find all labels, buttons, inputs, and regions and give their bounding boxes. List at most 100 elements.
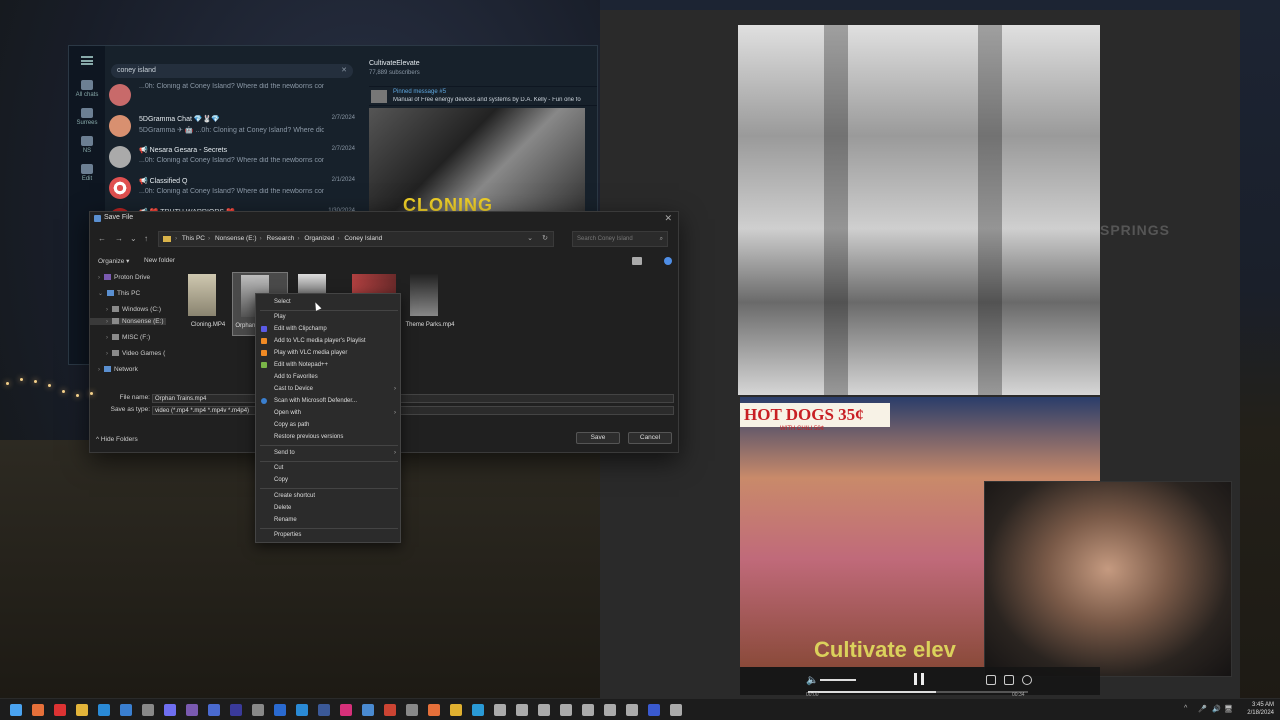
- app-taskbar-icon[interactable]: [670, 704, 682, 716]
- chat-item[interactable]: 5DGramma Chat 💎🐰💎 5DGramma ✈ 🤖 ...0h: Cl…: [107, 111, 357, 142]
- steam-taskbar-icon[interactable]: [252, 704, 264, 716]
- up-icon[interactable]: ↑: [144, 234, 148, 243]
- firefox-taskbar-icon[interactable]: [32, 704, 44, 716]
- explorer-taskbar-icon[interactable]: [76, 704, 88, 716]
- back-icon[interactable]: ←: [98, 234, 106, 243]
- menu-item-play[interactable]: Play: [256, 311, 402, 323]
- app-taskbar-icon[interactable]: [494, 704, 506, 716]
- breadcrumb-item[interactable]: Organized: [304, 235, 334, 242]
- menu-item-create-shortcut[interactable]: Create shortcut: [256, 490, 402, 502]
- pip-icon[interactable]: [1004, 675, 1014, 685]
- help-icon[interactable]: [664, 257, 672, 265]
- tree-item-misc-f[interactable]: › MISC (F:): [106, 334, 150, 341]
- settings-taskbar-icon[interactable]: [142, 704, 154, 716]
- seek-bar[interactable]: [808, 691, 1028, 693]
- refresh-icon[interactable]: ↻: [542, 234, 548, 242]
- tray-chevron-icon[interactable]: ^: [1184, 705, 1187, 712]
- tree-item-video-games[interactable]: › Video Games (: [106, 350, 165, 357]
- app-taskbar-icon[interactable]: [472, 704, 484, 716]
- volume-icon[interactable]: 🔊: [1212, 705, 1221, 713]
- view-options-icon[interactable]: [632, 257, 642, 265]
- instagram-taskbar-icon[interactable]: [340, 704, 352, 716]
- menu-item-edit-clipchamp[interactable]: Edit with Clipchamp: [256, 323, 402, 335]
- menu-item-select[interactable]: Select: [256, 296, 402, 308]
- folder-search-input[interactable]: Search Coney Island ⌕: [572, 231, 668, 247]
- app-taskbar-icon[interactable]: [186, 704, 198, 716]
- address-bar[interactable]: › This PC › Nonsense (E:) › Research › Orga…: [158, 231, 554, 247]
- menu-item-vlc-playlist[interactable]: Add to VLC media player's Playlist: [256, 335, 402, 347]
- new-folder-button[interactable]: New folder: [144, 257, 175, 264]
- folder-edit[interactable]: Edit: [69, 159, 105, 187]
- fullscreen-icon[interactable]: [986, 675, 996, 685]
- edge-taskbar-icon[interactable]: [98, 704, 110, 716]
- app-taskbar-icon[interactable]: [362, 704, 374, 716]
- app-taskbar-icon[interactable]: [626, 704, 638, 716]
- chat-search-input[interactable]: coney island ✕: [111, 64, 353, 78]
- cancel-button[interactable]: Cancel: [628, 432, 672, 444]
- store-taskbar-icon[interactable]: [120, 704, 132, 716]
- app-taskbar-icon[interactable]: [230, 704, 242, 716]
- microphone-icon[interactable]: 🎤: [1198, 705, 1207, 713]
- organize-button[interactable]: Organize ▾: [98, 257, 129, 265]
- forward-icon[interactable]: →: [115, 234, 123, 243]
- hamburger-menu-icon[interactable]: [81, 56, 93, 65]
- clear-search-icon[interactable]: ✕: [341, 64, 347, 78]
- breadcrumb-item[interactable]: Coney Island: [344, 235, 382, 242]
- tree-item-network[interactable]: › Network: [98, 366, 138, 373]
- tree-item-this-pc[interactable]: ⌄ This PC: [98, 290, 140, 297]
- chevron-down-icon[interactable]: ⌄: [130, 234, 137, 243]
- app-taskbar-icon[interactable]: [428, 704, 440, 716]
- menu-item-vlc-play[interactable]: Play with VLC media player: [256, 347, 402, 359]
- folder-all-chats[interactable]: All chats: [69, 75, 105, 103]
- menu-item-add-favorites[interactable]: Add to Favorites: [256, 371, 402, 383]
- menu-item-rename[interactable]: Rename: [256, 514, 402, 526]
- menu-item-copy-path[interactable]: Copy as path: [256, 419, 402, 431]
- app-taskbar-icon[interactable]: [406, 704, 418, 716]
- save-type-select[interactable]: video (*.mp4 *.mp4 *.mp4v *.m4p4): [152, 406, 674, 415]
- save-button[interactable]: Save: [576, 432, 620, 444]
- breadcrumb-item[interactable]: Nonsense (E:): [215, 235, 257, 242]
- chat-item[interactable]: 📢 Classified Q ...0h: Cloning at Coney I…: [107, 173, 357, 204]
- app-taskbar-icon[interactable]: [516, 704, 528, 716]
- facebook-taskbar-icon[interactable]: [318, 704, 330, 716]
- menu-item-copy[interactable]: Copy: [256, 474, 402, 486]
- app-taskbar-icon[interactable]: [648, 704, 660, 716]
- menu-item-open-with[interactable]: Open with ›: [256, 407, 402, 419]
- menu-item-send-to[interactable]: Send to ›: [256, 447, 402, 459]
- breadcrumb-item[interactable]: This PC: [182, 235, 205, 242]
- app-taskbar-icon[interactable]: [538, 704, 550, 716]
- folder-ns[interactable]: NS: [69, 131, 105, 159]
- chat-item[interactable]: ...0h: Cloning at Coney Island? Where di…: [107, 80, 357, 111]
- display-icon[interactable]: 🖥: [1224, 705, 1233, 713]
- volume-icon[interactable]: 🔈: [806, 675, 818, 686]
- app-taskbar-icon[interactable]: [384, 704, 396, 716]
- menu-item-notepad[interactable]: Edit with Notepad++: [256, 359, 402, 371]
- chevron-down-icon[interactable]: ⌄: [527, 234, 533, 242]
- menu-item-delete[interactable]: Delete: [256, 502, 402, 514]
- tree-item-windows-c[interactable]: › Windows (C:): [106, 306, 161, 313]
- folder-surrees[interactable]: Surrees: [69, 103, 105, 131]
- volume-slider[interactable]: [820, 679, 856, 681]
- file-item[interactable]: Theme Parks.mp4: [402, 272, 458, 336]
- app-taskbar-icon[interactable]: [164, 704, 176, 716]
- mail-taskbar-icon[interactable]: [208, 704, 220, 716]
- close-icon[interactable]: ✕: [664, 213, 672, 224]
- file-item[interactable]: Cloning.MP4: [180, 272, 236, 336]
- chrome-taskbar-icon[interactable]: [450, 704, 462, 716]
- tree-item-proton-drive[interactable]: › Proton Drive: [98, 274, 150, 281]
- clock[interactable]: 3:45 AM 2/18/2024: [1238, 701, 1274, 717]
- hide-folders-button[interactable]: ^ Hide Folders: [96, 436, 138, 443]
- app-taskbar-icon[interactable]: [274, 704, 286, 716]
- tree-item-nonsense-e[interactable]: › Nonsense (E:): [90, 318, 166, 325]
- app-taskbar-icon[interactable]: [604, 704, 616, 716]
- breadcrumb-item[interactable]: Research: [267, 235, 295, 242]
- message-photo[interactable]: CLONING: [369, 108, 585, 215]
- menu-item-restore-versions[interactable]: Restore previous versions: [256, 431, 402, 443]
- settings-icon[interactable]: [1022, 675, 1032, 685]
- menu-item-cut[interactable]: Cut: [256, 462, 402, 474]
- menu-item-cast[interactable]: Cast to Device ›: [256, 383, 402, 395]
- app-taskbar-icon[interactable]: [560, 704, 572, 716]
- menu-item-defender[interactable]: Scan with Microsoft Defender...: [256, 395, 402, 407]
- app-taskbar-icon[interactable]: [296, 704, 308, 716]
- menu-item-properties[interactable]: Properties: [256, 529, 402, 541]
